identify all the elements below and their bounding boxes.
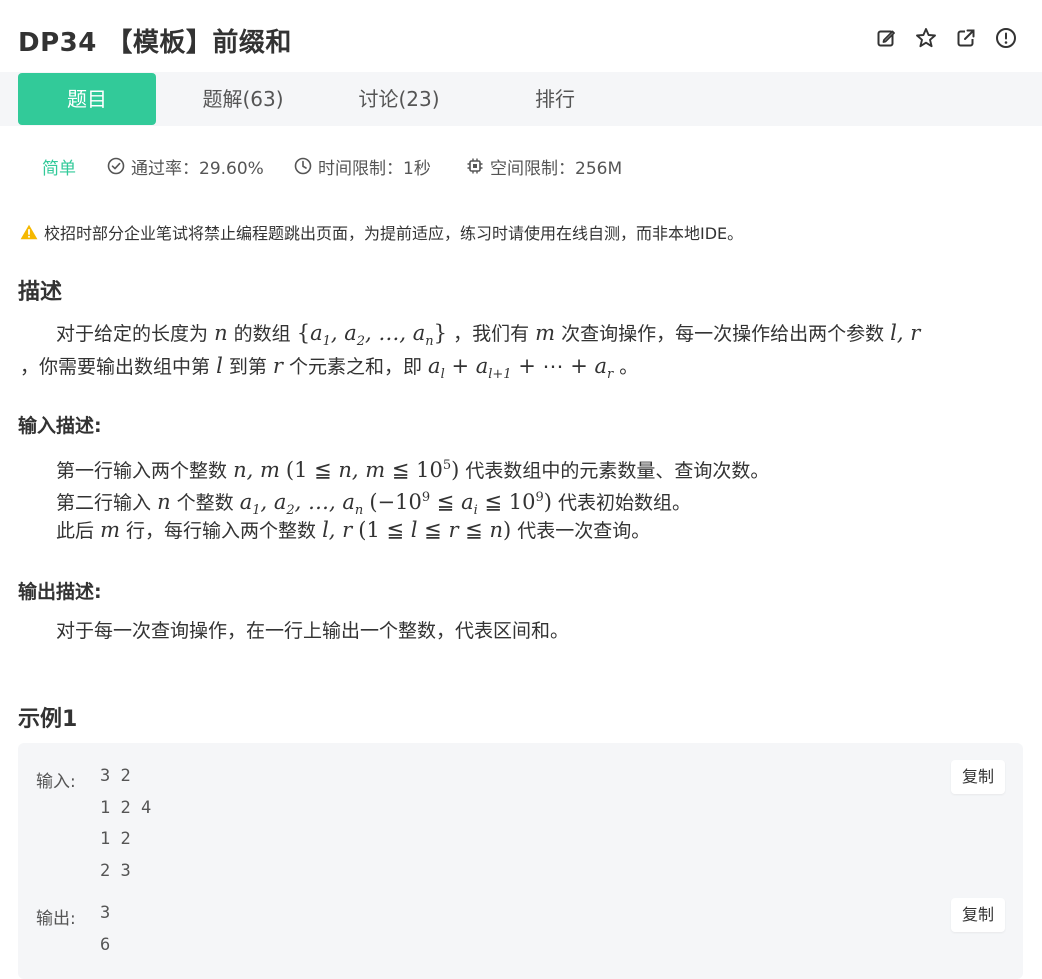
tab-bar: 题目 题解(63) 讨论(23) 排行 (0, 72, 1042, 126)
warning-text: 校招时部分企业笔试将禁止编程题跳出页面，为提前适应，练习时请使用在线自测，而非本… (44, 224, 744, 243)
math-constraint-nm: (1 ≦ n, m ≦ 105) (285, 458, 460, 482)
tab-discussion[interactable]: 讨论(23) (329, 73, 469, 125)
external-link-icon[interactable] (954, 26, 978, 50)
math-r: r (272, 354, 283, 378)
example-input-code[interactable]: 3 2 1 2 4 1 2 2 3 (100, 761, 151, 887)
example-box: 输入: 3 2 1 2 4 1 2 2 3 复制 输出: 3 6 复制 (18, 743, 1023, 979)
description-heading: 描述 (18, 280, 63, 305)
clock-icon (294, 157, 312, 175)
math-l-r: l, r (322, 518, 353, 542)
copy-output-button[interactable]: 复制 (951, 898, 1005, 932)
problem-meta: 简单 通过率：29.60% 时间限制：1秒 空间限制：256M (0, 150, 1042, 182)
tab-solutions[interactable]: 题解(63) (173, 73, 313, 125)
pass-rate-text: 通过率：29.60% (131, 158, 264, 179)
math-n-m: n, m (233, 458, 280, 482)
star-icon[interactable] (914, 26, 938, 50)
example-output-code[interactable]: 3 6 (100, 898, 110, 961)
space-limit-text: 空间限制：256M (490, 158, 623, 179)
example-output-label: 输出: (36, 909, 76, 929)
output-desc-heading: 输出描述: (18, 581, 102, 603)
description-line-2: ，你需要输出数组中第 l 到第 r 个元素之和，即 al + al+1 + ⋯ … (20, 354, 639, 383)
example-input-label: 输入: (36, 772, 76, 792)
problem-header: DP34 【模板】前缀和 (0, 0, 1042, 72)
math-m: m (535, 321, 556, 345)
math-l-r: l, r (890, 321, 921, 345)
input-desc-heading: 输入描述: (18, 415, 102, 437)
report-icon[interactable] (994, 26, 1018, 50)
warning-icon (20, 224, 38, 240)
ide-warning: 校招时部分企业笔试将禁止编程题跳出页面，为提前适应，练习时请使用在线自测，而非本… (20, 220, 743, 244)
edit-icon[interactable] (874, 26, 898, 50)
check-circle-icon (107, 157, 125, 175)
math-n: n (214, 321, 228, 345)
time-limit: 时间限制：1秒 (294, 150, 431, 182)
math-array: {a1, a2, …, an} (296, 321, 448, 350)
output-desc-text: 对于每一次查询操作，在一行上输出一个整数，代表区间和。 (56, 620, 570, 642)
header-actions (874, 26, 1018, 50)
input-desc-line-3: 此后 m 行，每行输入两个整数 l, r (1 ≦ l ≦ r ≦ n) 代表一… (56, 518, 651, 542)
math-sum: al + al+1 + ⋯ + ar (428, 354, 614, 383)
math-constraint-ai: (−109 ≦ ai ≦ 109) (369, 490, 552, 519)
math-l: l (216, 354, 223, 378)
time-limit-text: 时间限制：1秒 (318, 158, 431, 179)
problem-title: DP34 【模板】前缀和 (18, 28, 292, 58)
math-m: m (100, 518, 120, 542)
math-n: n (157, 490, 171, 514)
math-constraint-lr: (1 ≦ l ≦ r ≦ n) (358, 518, 512, 542)
copy-input-button[interactable]: 复制 (951, 760, 1005, 794)
chip-icon (467, 158, 483, 174)
tab-problem[interactable]: 题目 (18, 73, 156, 125)
difficulty-badge: 简单 (42, 158, 76, 179)
tab-ranking[interactable]: 排行 (485, 73, 625, 125)
example-heading: 示例1 (18, 707, 78, 732)
math-array-elems: a1, a2, …, an (239, 490, 364, 519)
pass-rate: 通过率：29.60% (107, 150, 264, 182)
space-limit: 空间限制：256M (466, 150, 622, 182)
